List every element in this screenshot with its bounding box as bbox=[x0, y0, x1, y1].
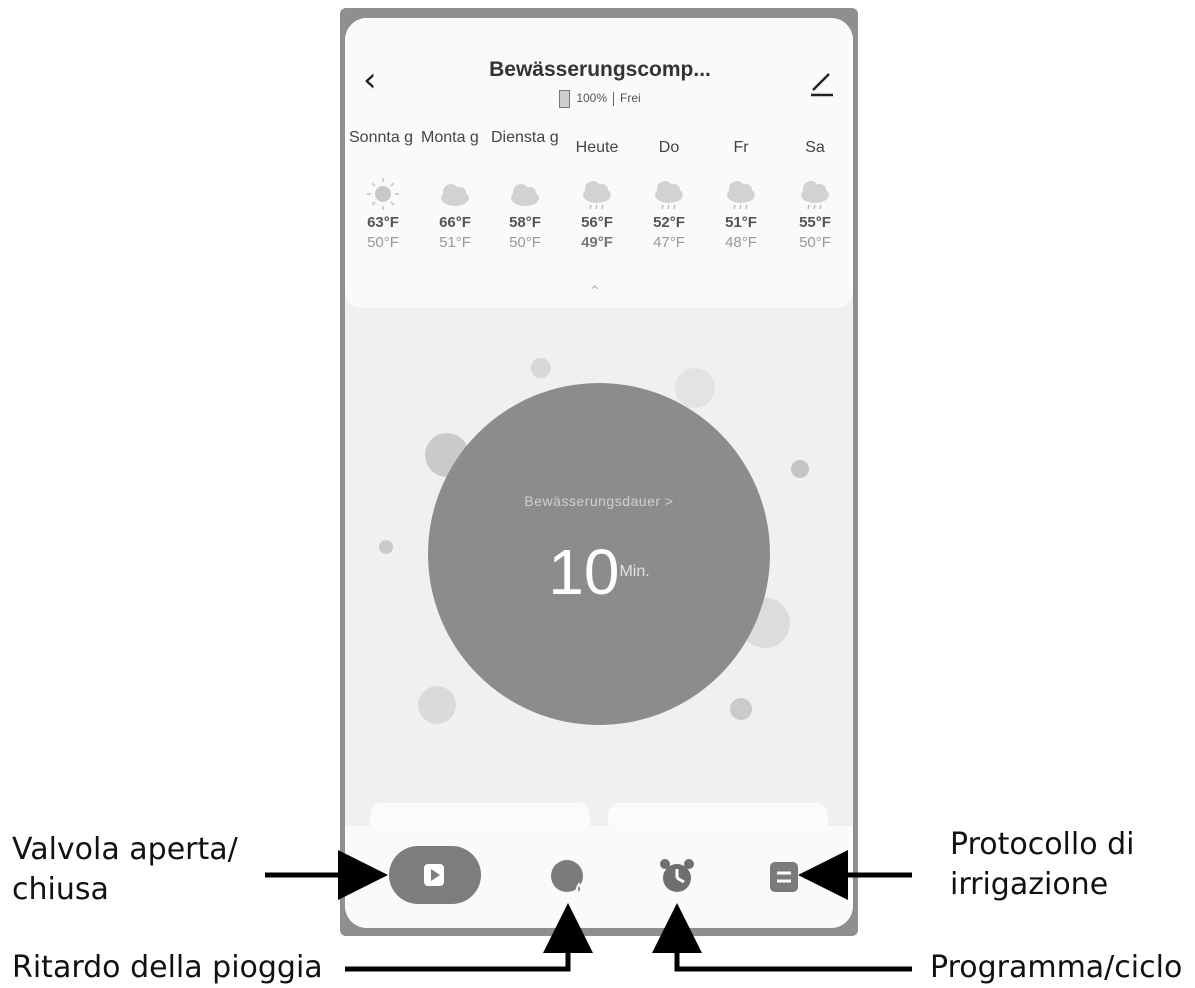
label-program: Programma/ciclo bbox=[930, 950, 1183, 985]
label-rain-delay: Ritardo della pioggia bbox=[12, 950, 323, 985]
label-valve: Valvola aperta/ chiusa bbox=[12, 832, 238, 907]
arrow-program bbox=[652, 903, 912, 972]
label-protocol: Protocollo di irrigazione bbox=[950, 827, 1135, 902]
arrow-rain-delay bbox=[345, 903, 593, 972]
